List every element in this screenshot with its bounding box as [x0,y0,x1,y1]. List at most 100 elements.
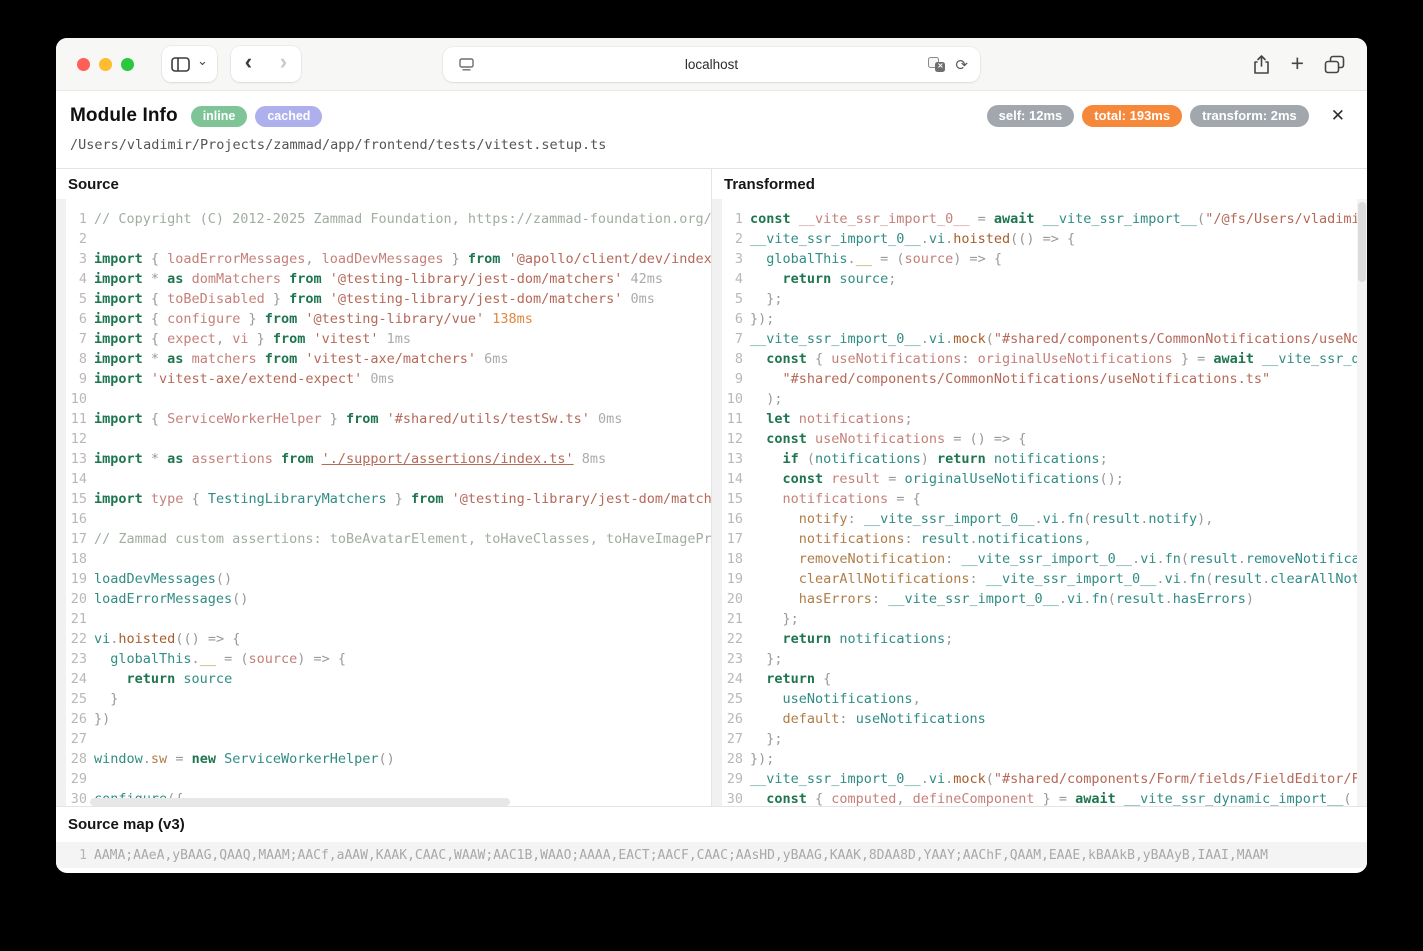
code-text: removeNotification: __vite_ssr_import_0_… [750,549,1367,569]
code-text [94,469,711,489]
transformed-code[interactable]: 1const __vite_ssr_import_0__ = await __v… [712,199,1367,807]
code-text: window.sw = new ServiceWorkerHelper() [94,749,711,769]
code-text: __vite_ssr_import_0__.vi.mock("#shared/c… [750,769,1367,789]
line-number: 25 [722,689,750,709]
source-horizontal-scrollbar[interactable] [90,798,510,806]
source-code[interactable]: 1// Copyright (C) 2012-2025 Zammad Found… [56,199,711,807]
code-line: 17// Zammad custom assertions: toBeAvata… [56,529,711,549]
code-text: loadDevMessages() [94,569,711,589]
code-line: 29 [56,769,711,789]
code-text: globalThis.__ = (source) => { [94,649,711,669]
code-text [94,769,711,789]
code-line: 11import { ServiceWorkerHelper } from '#… [56,409,711,429]
code-text: } [94,689,711,709]
code-text: import { loadErrorMessages, loadDevMessa… [94,249,711,269]
code-text: }; [750,289,1367,309]
line-number: 20 [722,589,750,609]
transformed-pane[interactable]: Transformed 1const __vite_ssr_import_0__… [712,169,1367,807]
line-number: 27 [66,729,94,749]
transformed-scrollbar-track [1357,199,1367,807]
code-text: import { toBeDisabled } from '@testing-l… [94,289,711,309]
close-icon[interactable]: ✕ [1331,106,1345,126]
code-line: 12 const useNotifications = () => { [712,429,1367,449]
code-text: loadErrorMessages() [94,589,711,609]
code-line: 3import { loadErrorMessages, loadDevMess… [56,249,711,269]
line-number: 26 [66,709,94,729]
code-line: 19loadDevMessages() [56,569,711,589]
line-number: 22 [66,629,94,649]
code-text [94,609,711,629]
code-line: 26 default: useNotifications [712,709,1367,729]
code-text: import { ServiceWorkerHelper } from '#sh… [94,409,711,429]
code-line: 3 globalThis.__ = (source) => { [712,249,1367,269]
share-button[interactable] [1252,54,1271,75]
code-line: 7__vite_ssr_import_0__.vi.mock("#shared/… [712,329,1367,349]
sourcemap-section: Source map (v3) 1 AAMA;AAeA,yBAAG,QAAQ,M… [56,806,1367,868]
address-bar-actions: ✕ ⟳ [928,56,968,74]
line-number: 9 [722,369,750,389]
sidebar-toggle-button[interactable]: ⌄ [162,46,217,82]
line-number: 24 [722,669,750,689]
code-line: 9import 'vitest-axe/extend-expect' 0ms [56,369,711,389]
line-number: 1 [66,848,94,863]
code-line: 6}); [712,309,1367,329]
close-window-button[interactable] [77,58,90,71]
back-button[interactable]: ‹ [245,51,252,73]
code-text: }; [750,609,1367,629]
code-text: notifications = { [750,489,1367,509]
code-line: 8import * as matchers from 'vitest-axe/m… [56,349,711,369]
source-pane[interactable]: Source 1// Copyright (C) 2012-2025 Zamma… [56,169,711,807]
code-text: // Zammad custom assertions: toBeAvatarE… [94,529,711,549]
code-line: 10 [56,389,711,409]
browser-toolbar: ⌄ ‹ › localhost ✕ ⟳ + [56,38,1367,91]
zoom-window-button[interactable] [121,58,134,71]
transformed-scrollbar-thumb[interactable] [1358,202,1366,282]
translate-icon[interactable]: ✕ [928,57,945,72]
code-line: 14 const result = originalUseNotificatio… [712,469,1367,489]
code-text: return notifications; [750,629,1367,649]
minimize-window-button[interactable] [99,58,112,71]
code-line: 20 hasErrors: __vite_ssr_import_0__.vi.f… [712,589,1367,609]
sidebar-icon [171,57,190,72]
chevron-down-icon: ⌄ [197,53,208,69]
line-number: 14 [722,469,750,489]
line-number: 21 [722,609,750,629]
line-number: 14 [66,469,94,489]
line-number: 6 [66,309,94,329]
line-number: 18 [722,549,750,569]
code-line: 8 const { useNotifications: originalUseN… [712,349,1367,369]
line-number: 19 [722,569,750,589]
code-line: 13 if (notifications) return notificatio… [712,449,1367,469]
page-settings-icon[interactable] [459,58,474,71]
line-number: 22 [722,629,750,649]
code-line: 24 return source [56,669,711,689]
code-line: 11 let notifications; [712,409,1367,429]
code-line: 23 }; [712,649,1367,669]
line-number: 24 [66,669,94,689]
line-number: 29 [66,769,94,789]
code-line: 16 notify: __vite_ssr_import_0__.vi.fn(r… [712,509,1367,529]
code-line: 6import { configure } from '@testing-lib… [56,309,711,329]
code-text: }; [750,729,1367,749]
line-number: 10 [722,389,750,409]
line-number: 29 [722,769,750,789]
new-tab-button[interactable]: + [1291,52,1304,75]
code-text: }); [750,309,1367,329]
reload-button[interactable]: ⟳ [955,56,968,74]
code-text: import * as domMatchers from '@testing-l… [94,269,711,289]
line-number: 2 [722,229,750,249]
tab-overview-button[interactable] [1324,55,1345,74]
code-line: 12 [56,429,711,449]
line-number: 6 [722,309,750,329]
code-line: 20loadErrorMessages() [56,589,711,609]
code-line: 22 return notifications; [712,629,1367,649]
code-line: 19 clearAllNotifications: __vite_ssr_imp… [712,569,1367,589]
code-text: __vite_ssr_import_0__.vi.mock("#shared/c… [750,329,1367,349]
status-badge: inline [191,106,248,127]
code-text: // Copyright (C) 2012-2025 Zammad Founda… [94,209,711,229]
address-bar[interactable]: localhost ✕ ⟳ [443,47,980,82]
code-text [94,389,711,409]
sourcemap-line: 1 AAMA;AAeA,yBAAG,QAAQ,MAAM;AACf,aAAW,KA… [56,842,1367,868]
forward-button[interactable]: › [280,51,287,73]
code-text: const useNotifications = () => { [750,429,1367,449]
